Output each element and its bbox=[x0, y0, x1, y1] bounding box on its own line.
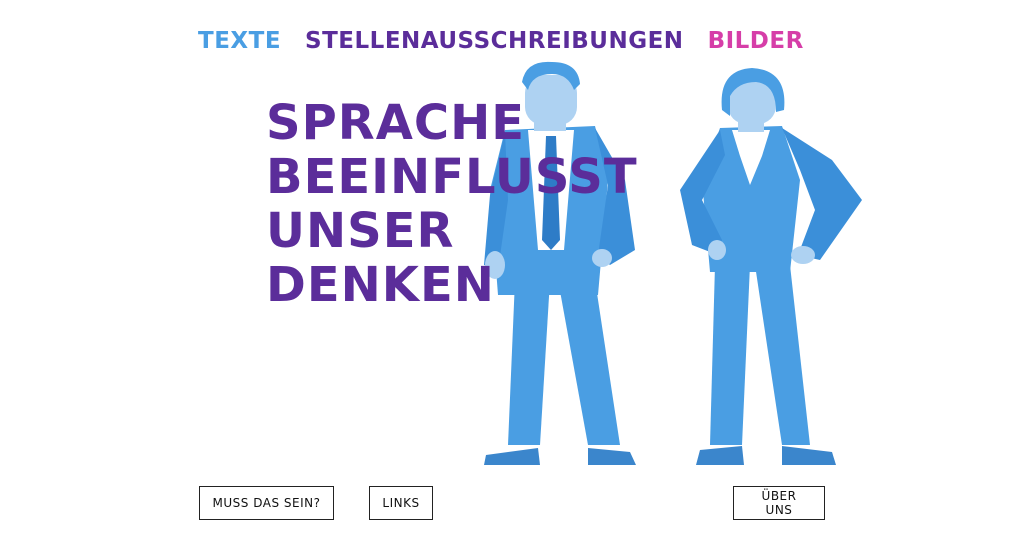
headline: SPRACHE BEEINFLUSST UNSER DENKEN bbox=[266, 96, 638, 312]
nav-link-texte[interactable]: TEXTE bbox=[198, 28, 281, 54]
headline-line-4: DENKEN bbox=[266, 257, 495, 313]
headline-line-2: BEEINFLUSST bbox=[266, 149, 638, 205]
nav-link-bilder[interactable]: BILDER bbox=[708, 28, 804, 54]
top-nav: TEXTE STELLENAUSSCHREIBUNGEN BILDER bbox=[198, 28, 804, 54]
ueber-uns-button[interactable]: ÜBER UNS bbox=[733, 486, 825, 520]
headline-line-3: UNSER bbox=[266, 203, 455, 259]
muss-das-sein-button[interactable]: MUSS DAS SEIN? bbox=[199, 486, 334, 520]
headline-line-1: SPRACHE bbox=[266, 95, 526, 151]
woman-figure bbox=[680, 68, 862, 465]
nav-link-stellenausschreibungen[interactable]: STELLENAUSSCHREIBUNGEN bbox=[305, 28, 684, 54]
links-button[interactable]: LINKS bbox=[369, 486, 433, 520]
page: TEXTE STELLENAUSSCHREIBUNGEN BILDER SPRA… bbox=[0, 0, 1024, 539]
